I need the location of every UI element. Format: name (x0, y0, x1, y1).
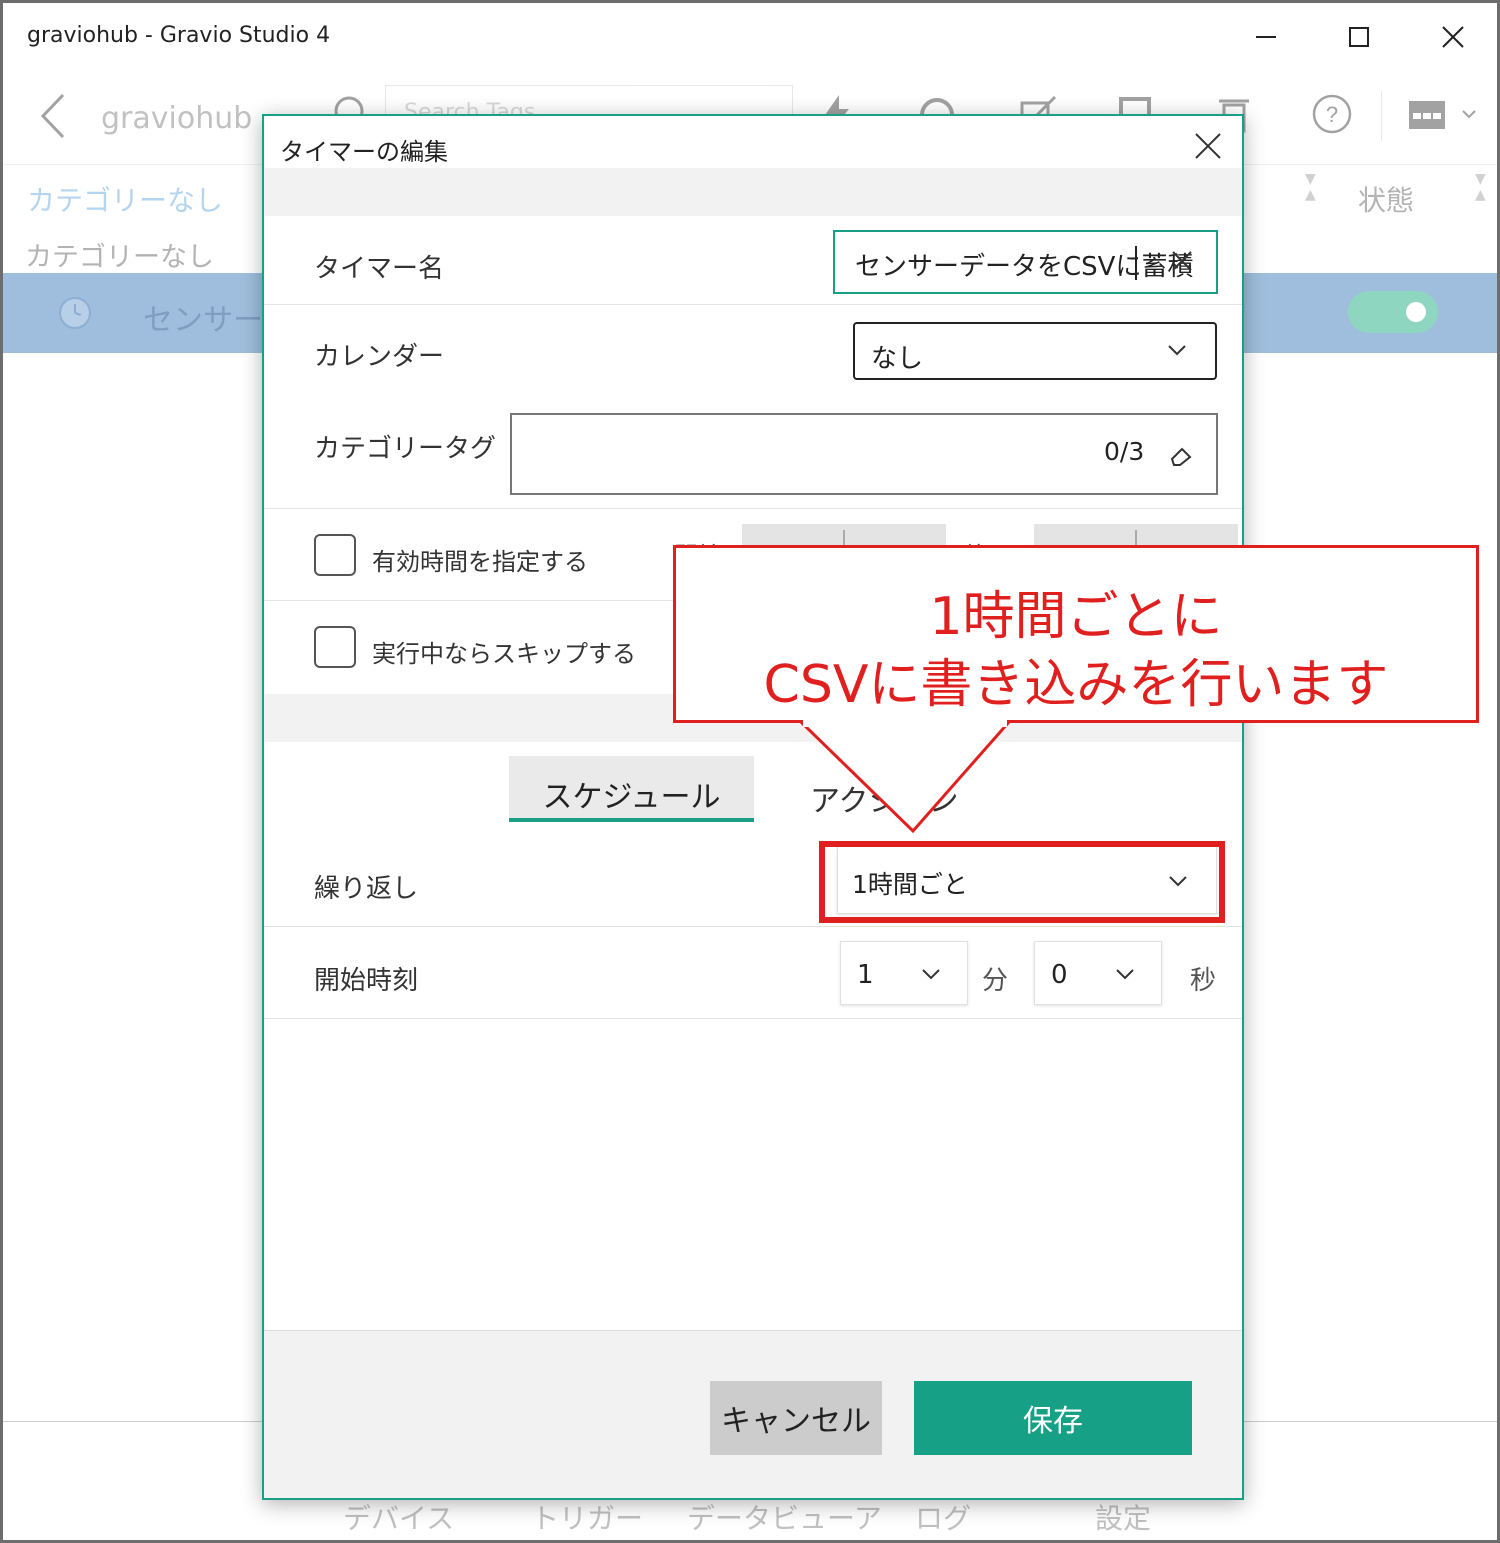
app-window: graviohub - Gravio Studio 4 graviohub Se… (0, 0, 1500, 1543)
callout-joint (803, 719, 1007, 727)
annotation-callout: 1時間ごとに CSVに書き込みを行います (673, 545, 1479, 723)
callout-pointer (797, 720, 1013, 834)
annotation-line2: CSVに書き込みを行います (763, 655, 1389, 715)
annotation-line1: 1時間ごとに (929, 587, 1223, 647)
